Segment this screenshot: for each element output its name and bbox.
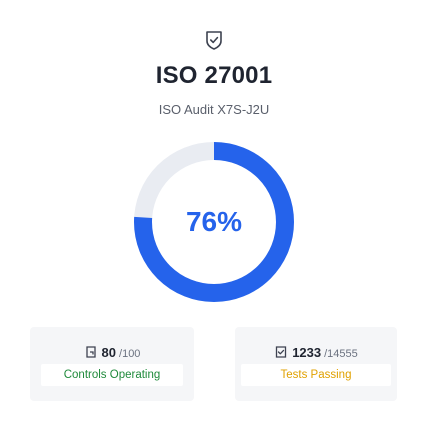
controls-panel: 80 /100 Controls Operating (30, 327, 194, 401)
test-icon (276, 346, 287, 358)
shield-check-icon (206, 31, 222, 50)
page-title: ISO 27001 (155, 62, 273, 89)
controls-total: /100 (119, 348, 141, 360)
controls-value: 80 (101, 345, 117, 360)
compliance-card: ISO 27001 ISO Audit X7S-J2U 76% 80 /100 … (0, 0, 428, 446)
controls-operating-badge: Controls Operating (41, 364, 183, 386)
tests-panel: 1233 /14555 Tests Passing (235, 327, 397, 401)
control-icon (85, 346, 96, 358)
tests-value: 1233 (292, 345, 322, 360)
tests-passing-badge: Tests Passing (241, 364, 391, 386)
tests-stat: 1233 /14555 (235, 343, 397, 360)
audit-subtitle: ISO Audit X7S-J2U (158, 102, 270, 117)
shield-wrap (0, 30, 428, 50)
controls-stat: 80 /100 (30, 343, 194, 360)
tests-total: /14555 (324, 348, 358, 360)
progress-percent: 76% (185, 206, 243, 237)
